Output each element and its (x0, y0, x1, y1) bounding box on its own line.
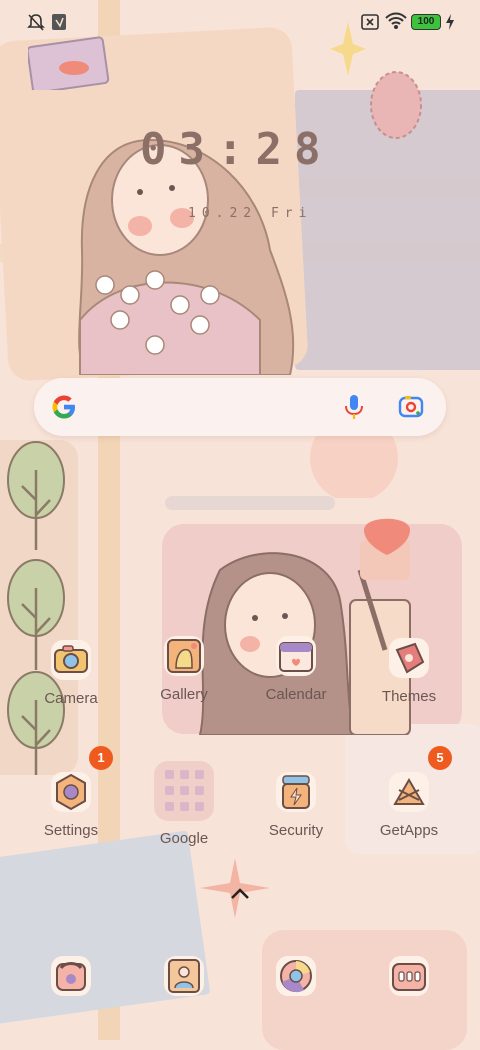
strawberry-decoration-icon (364, 518, 410, 555)
settings-icon (51, 772, 91, 812)
app-themes[interactable]: Themes (354, 636, 464, 705)
app-label: Gallery (160, 686, 208, 703)
app-label: Camera (44, 690, 98, 707)
calendar-icon (276, 636, 316, 676)
themes-icon (389, 638, 429, 678)
tree-decoration-icon (7, 441, 65, 775)
battery-level: 100 (417, 16, 435, 27)
notification-icon (52, 14, 66, 30)
contacts-icon (164, 956, 204, 996)
google-folder-icon (154, 761, 214, 821)
battery-icon: 100 (411, 14, 441, 30)
wifi-icon (385, 12, 407, 29)
app-security[interactable]: Security (241, 770, 351, 839)
camera-icon (51, 640, 91, 680)
app-label: GetApps (379, 822, 439, 839)
app-label: Settings (43, 822, 99, 839)
microphone-icon[interactable] (342, 393, 366, 421)
app-label: Security (268, 822, 324, 839)
browser-icon (276, 956, 316, 996)
status-bar: 100 (0, 0, 480, 44)
dock-browser[interactable] (241, 954, 351, 1002)
messages-icon (389, 956, 429, 996)
app-calendar[interactable]: Calendar (241, 634, 351, 703)
app-label: Calendar (265, 686, 327, 703)
pin-decoration-icon (370, 71, 422, 139)
dock-messages[interactable] (354, 954, 464, 1002)
clock-date: 10.22 Fri (188, 206, 313, 221)
google-g-icon (52, 395, 75, 419)
phone-icon (51, 956, 91, 996)
app-camera[interactable]: Camera (16, 638, 126, 707)
notification-badge: 1 (89, 746, 113, 770)
clock-time: 03:28 (140, 124, 333, 175)
app-gallery[interactable]: Gallery (129, 634, 239, 703)
charging-icon (446, 14, 454, 30)
no-sim-icon (361, 14, 379, 30)
security-icon (276, 772, 316, 812)
notification-badge: 5 (428, 746, 452, 770)
app-getapps[interactable]: GetApps (354, 770, 464, 839)
getapps-icon (389, 772, 429, 812)
app-label: Google (159, 830, 209, 847)
gallery-icon (164, 636, 204, 676)
chevron-up-icon[interactable] (228, 886, 252, 902)
app-label: Themes (381, 688, 437, 705)
app-google-folder[interactable]: Google (129, 760, 239, 847)
mute-icon (27, 14, 45, 31)
google-search-bar[interactable] (34, 378, 446, 436)
google-lens-icon[interactable] (398, 395, 424, 419)
app-settings[interactable]: Settings (16, 770, 126, 839)
dock-contacts[interactable] (129, 954, 239, 1002)
dock-phone[interactable] (16, 954, 126, 1002)
